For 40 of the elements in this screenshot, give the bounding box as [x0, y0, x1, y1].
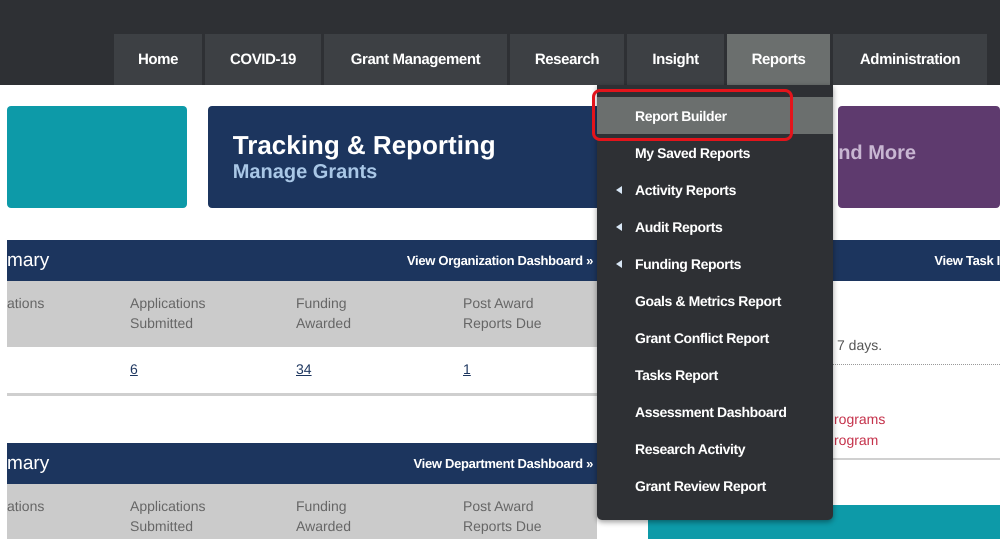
column-header: Post Award Reports Due	[463, 497, 543, 536]
nav-tab[interactable]: Research	[510, 34, 624, 85]
menu-item[interactable]: Goals & Metrics Report	[597, 282, 833, 319]
menu-item[interactable]: Grant Conflict Report	[597, 319, 833, 356]
tile-subtitle: nd More	[838, 142, 916, 164]
notice-text: 7 days.	[837, 337, 882, 353]
panel-title: mary	[7, 250, 50, 272]
column-header: ations	[7, 294, 46, 313]
column-header: Funding Awarded	[296, 294, 352, 333]
nav-tab[interactable]: COVID-19	[205, 34, 321, 85]
menu-item[interactable]: Audit Reports	[597, 208, 833, 245]
count-link[interactable]: 6	[130, 361, 138, 377]
dashboard-link[interactable]: View Department Dashboard »	[414, 456, 593, 471]
panel-title: mary	[7, 452, 50, 474]
column-header: Post Award Reports Due	[463, 294, 543, 333]
tile-card[interactable]: nd More	[838, 106, 1000, 208]
tile-title: Tracking & Reporting	[232, 130, 496, 161]
column-header: Funding Awarded	[296, 497, 352, 536]
column-header: Applications Submitted	[130, 294, 206, 333]
menu-item[interactable]: Research Activity	[597, 430, 833, 467]
program-link[interactable]: rograms	[834, 409, 1000, 430]
nav-tab[interactable]: Reports	[727, 34, 830, 85]
program-link[interactable]: rogram	[834, 430, 1000, 451]
nav-tab[interactable]: Insight	[627, 34, 724, 85]
nav-tab[interactable]: Grant Management	[324, 34, 507, 85]
task-link[interactable]: View Task I	[934, 253, 1000, 268]
menu-item[interactable]: Grant Review Report	[597, 467, 833, 504]
nav-tab[interactable]: Administration	[833, 34, 987, 85]
menu-item[interactable]: Tasks Report	[597, 356, 833, 393]
menu-item[interactable]: Report Builder	[597, 97, 833, 134]
dashboard-link[interactable]: View Organization Dashboard »	[406, 253, 593, 268]
menu-item[interactable]: Assessment Dashboard	[597, 393, 833, 430]
nav-tab[interactable]: Home	[114, 34, 202, 85]
column-header: Applications Submitted	[130, 497, 206, 536]
menu-item[interactable]: Funding Reports	[597, 245, 833, 282]
tile-subtitle: Manage Grants	[232, 161, 378, 184]
tile-card[interactable]	[7, 106, 187, 208]
count-link[interactable]: 1	[463, 361, 471, 377]
column-header: ations	[7, 497, 46, 516]
count-link[interactable]: 34	[296, 361, 312, 377]
